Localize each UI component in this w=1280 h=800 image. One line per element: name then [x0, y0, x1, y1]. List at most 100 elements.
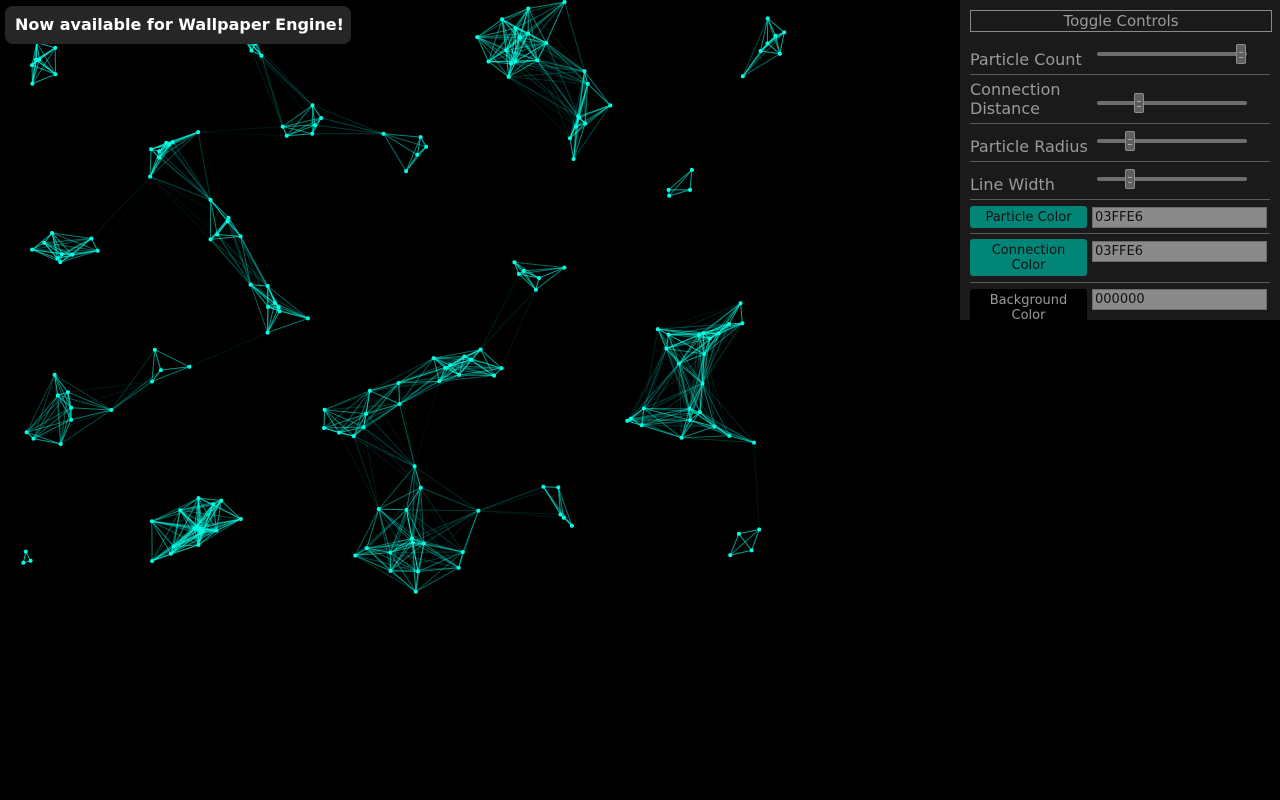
particle [478, 347, 483, 352]
particle [215, 232, 220, 237]
particle [758, 49, 763, 53]
particle [59, 252, 64, 257]
line-width-slider[interactable] [1097, 169, 1247, 189]
particle [42, 240, 47, 245]
connection-line [481, 278, 539, 350]
connection-line [643, 407, 690, 410]
line-width-label: Line Width [970, 175, 1055, 194]
particle [664, 346, 669, 351]
particle [727, 433, 732, 438]
particle [740, 321, 745, 326]
connection-line [247, 38, 313, 105]
particle-radius-slider[interactable] [1097, 131, 1247, 151]
particle [462, 354, 467, 359]
particle [752, 440, 756, 445]
connection-line [353, 435, 407, 511]
particle-count-slider-thumb[interactable] [1236, 44, 1246, 64]
particle [585, 81, 590, 86]
particle [443, 365, 448, 370]
connection-line [681, 435, 730, 439]
particle [364, 411, 369, 416]
particle [526, 6, 531, 11]
connection-distance-label: Connection Distance [970, 80, 1061, 118]
connection-line [278, 306, 309, 319]
particle [666, 332, 671, 337]
connection-color-button[interactable]: Connection Color [970, 239, 1087, 276]
particle [456, 565, 461, 570]
particle [53, 45, 58, 50]
particle [688, 418, 693, 423]
connection-line [569, 138, 575, 160]
particle-color-input[interactable] [1092, 207, 1267, 228]
particle [679, 435, 684, 440]
particle [469, 357, 474, 362]
particle [782, 30, 787, 35]
particle [52, 372, 57, 377]
connection-line [31, 232, 53, 250]
particle [30, 247, 35, 252]
background-color-input[interactable] [1092, 289, 1267, 310]
connection-line [67, 391, 112, 411]
particle [265, 330, 270, 335]
particle [517, 35, 522, 40]
connection-line [308, 318, 325, 409]
particle [687, 406, 692, 411]
particle [148, 174, 153, 179]
particle-color-button[interactable]: Particle Color [970, 206, 1087, 228]
particle [537, 276, 541, 280]
controls-panel: Toggle Controls Particle Count Connectio… [960, 0, 1280, 326]
connection-line [39, 59, 56, 75]
connection-distance-slider[interactable] [1097, 93, 1247, 113]
particle [412, 464, 417, 469]
particle [157, 155, 162, 160]
particle [364, 546, 369, 551]
particle [521, 269, 526, 273]
connection-line [643, 363, 680, 409]
background-color-button[interactable]: Background Color [970, 289, 1087, 326]
particle [562, 265, 567, 270]
particle [200, 529, 205, 534]
particle [641, 406, 646, 411]
particle [707, 336, 712, 341]
particle-count-row: Particle Count [970, 39, 1270, 75]
particle [31, 436, 36, 441]
toggle-controls-button[interactable]: Toggle Controls [970, 10, 1272, 32]
particle [544, 40, 549, 45]
particle [149, 147, 154, 152]
particle [410, 540, 415, 545]
particle [639, 423, 644, 428]
particle [740, 74, 745, 79]
connection-color-input[interactable] [1092, 241, 1267, 262]
connection-line [587, 83, 611, 106]
connection-line [154, 349, 190, 368]
line-width-slider-thumb[interactable] [1125, 169, 1135, 189]
connection-line [390, 551, 463, 553]
wallpaper-engine-banner[interactable]: Now available for Wallpaper Engine! [5, 6, 351, 44]
particle [757, 527, 762, 532]
particle [404, 169, 409, 174]
particle [367, 388, 372, 393]
particle-count-slider[interactable] [1097, 44, 1247, 64]
line-width-row: Line Width [970, 162, 1270, 200]
particle [280, 124, 285, 129]
particle [276, 305, 281, 310]
particle [24, 430, 29, 435]
particle [512, 260, 517, 265]
connection-line [149, 176, 218, 235]
connection-distance-row: Connection Distance [970, 75, 1270, 124]
particle-radius-slider-thumb[interactable] [1125, 131, 1135, 151]
particle [431, 356, 436, 361]
particle [361, 425, 366, 430]
particle [418, 135, 423, 140]
particle [655, 327, 660, 332]
connection-line [584, 70, 611, 106]
particle [404, 507, 409, 512]
particle [248, 282, 253, 287]
particle [157, 149, 162, 154]
particle [728, 553, 733, 558]
particle [697, 410, 702, 415]
connection-distance-slider-thumb[interactable] [1134, 93, 1144, 113]
particle [513, 26, 518, 31]
particle [388, 550, 393, 555]
particle [500, 17, 505, 22]
